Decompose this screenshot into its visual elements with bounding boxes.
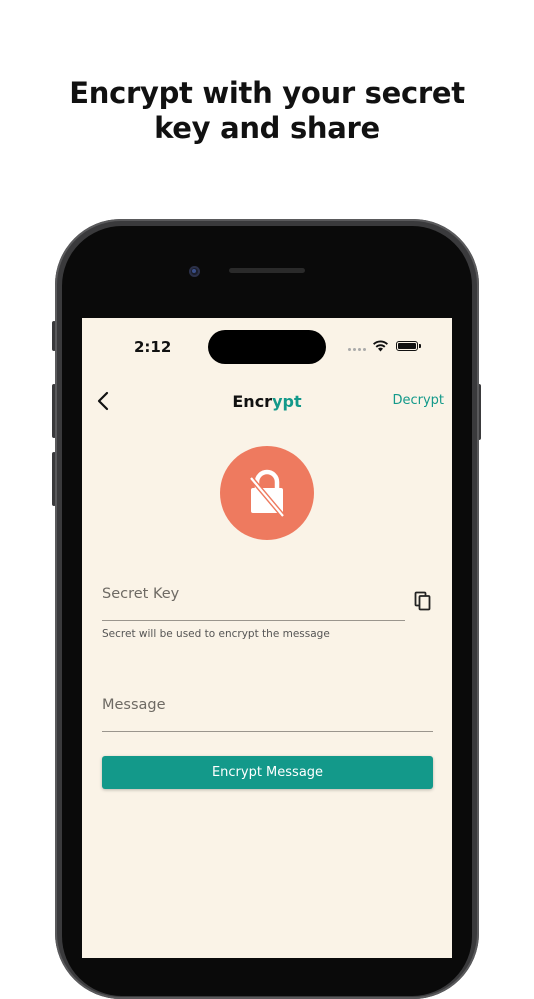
decrypt-link[interactable]: Decrypt [392,393,444,408]
headline-line-1: Encrypt with your secret [69,76,465,110]
message-input[interactable]: Message [102,697,166,713]
cellular-signal-icon [348,348,366,351]
earpiece-speaker [229,268,305,273]
wifi-icon [373,340,388,352]
dynamic-island [208,330,326,364]
status-time: 2:12 [134,338,172,356]
secret-key-underline [102,620,405,621]
lock-off-icon [249,469,285,518]
front-camera [189,266,200,277]
page-title-part-1: Encr [232,392,273,411]
secret-key-helper-text: Secret will be used to encrypt the messa… [102,628,330,640]
encrypt-message-button[interactable]: Encrypt Message [102,756,433,789]
copy-icon[interactable] [414,591,432,611]
page-title-part-2: ypt [272,392,302,411]
marketing-headline: Encrypt with your secret key and share [0,76,534,146]
secret-key-input[interactable]: Secret Key [102,586,179,602]
app-screen: 2:12 Encrypt Decrypt Secret Key Secret w… [82,318,452,958]
lock-badge [220,446,314,540]
headline-line-2: key and share [154,111,380,145]
battery-icon [396,341,421,351]
message-underline [102,731,433,732]
